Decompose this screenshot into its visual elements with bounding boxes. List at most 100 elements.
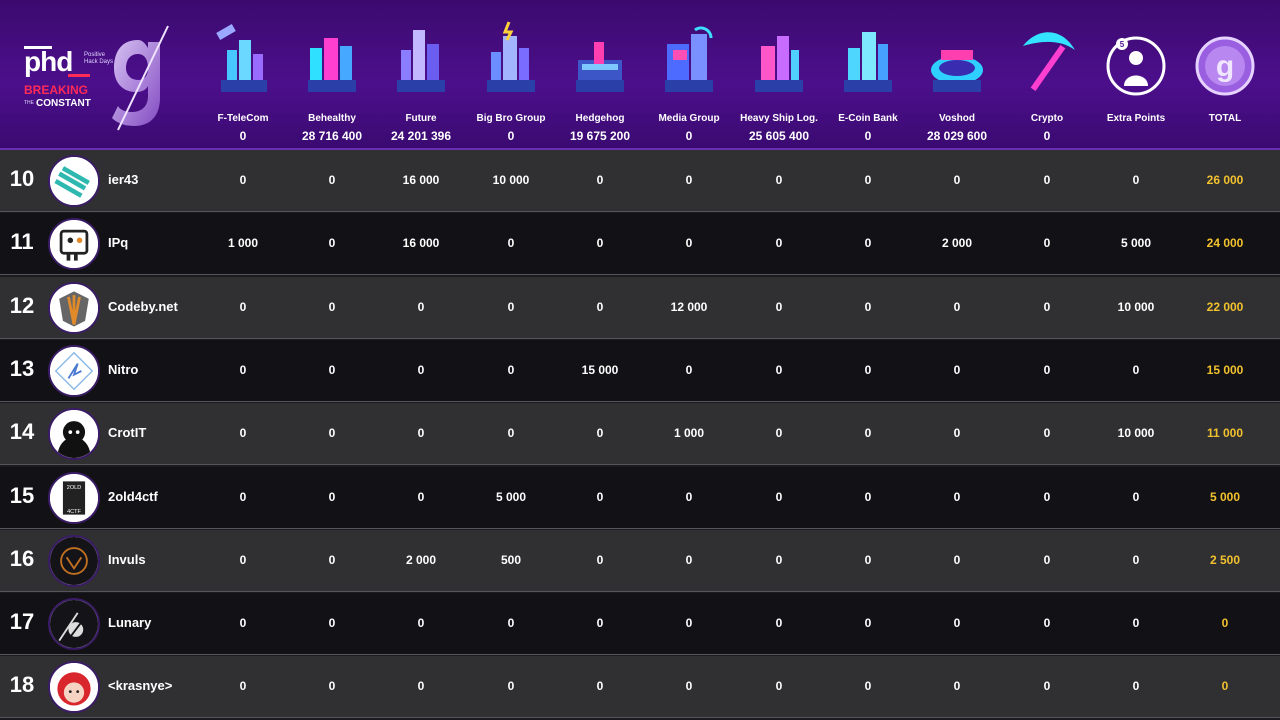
score-cell: 0 <box>507 426 515 441</box>
table-row[interactable]: 14 CrotIT 0 0 0 0 0 1 000 0 0 0 0 10 000 11 000 <box>0 403 1280 466</box>
svg-text:g: g <box>1216 50 1234 83</box>
team-name: Lunary <box>108 615 152 631</box>
table-row[interactable]: 15 2OLD 4CTF 2old4ctf 0 0 0 5 000 0 0 0 0 0 0 0 5 000 <box>0 466 1280 529</box>
svg-text:4CTF: 4CTF <box>67 508 81 514</box>
table-row[interactable]: 18 <krasnye> 0 0 0 0 0 0 0 0 0 0 0 0 <box>0 656 1280 719</box>
score-cell: 0 <box>596 426 604 441</box>
column-value: 28 716 400 <box>301 129 363 143</box>
score-cell: 500 <box>500 552 522 567</box>
score-cell: 0 <box>328 679 336 694</box>
score-cell: 0 <box>864 362 872 377</box>
score-cell: 0 <box>775 552 783 567</box>
logo-g-emblem <box>112 25 169 131</box>
score-cell: 0 <box>1132 616 1140 631</box>
score-cell: 0 <box>953 362 961 377</box>
score-cell: 0 <box>596 679 604 694</box>
score-cell: 1 000 <box>673 426 705 441</box>
score-cell: 0 <box>239 489 247 504</box>
score-cell: 0 <box>775 489 783 504</box>
team-avatar: 2OLD 4CTF <box>48 471 100 524</box>
extra-points-icon: 5 <box>1106 36 1166 96</box>
score-cell: 0 <box>953 299 961 314</box>
column-name: E-Coin Bank <box>838 113 898 124</box>
column-header-10: 5 Extra Points <box>1091 0 1181 150</box>
score-cell: 0 <box>239 299 247 314</box>
bigbro-city-icon <box>487 21 535 92</box>
total-cell: 11 000 <box>1206 426 1244 441</box>
total-cell: 2 500 <box>1209 552 1241 567</box>
score-cell: 0 <box>596 489 604 504</box>
score-cell: 0 <box>685 552 693 567</box>
team-name: 2old4ctf <box>108 488 158 504</box>
total-cell: 24 000 <box>1206 236 1244 251</box>
logo-line1: BREAKING <box>24 83 89 97</box>
team-avatar <box>48 281 100 334</box>
score-cell: 0 <box>953 552 961 567</box>
rank-number: 17 <box>9 609 35 635</box>
score-cell: 0 <box>775 679 783 694</box>
score-cell: 0 <box>239 552 247 567</box>
team-name: <krasnye> <box>108 678 173 694</box>
score-cell: 0 <box>953 616 961 631</box>
team-avatar <box>48 598 100 651</box>
table-row[interactable]: 13 Nitro 0 0 0 0 15 000 0 0 0 0 0 0 15 000 <box>0 339 1280 402</box>
score-cell: 0 <box>239 426 247 441</box>
stadium-city-icon <box>931 50 983 92</box>
table-row[interactable]: 17 Lunary 0 0 0 0 0 0 0 0 0 0 0 0 <box>0 593 1280 656</box>
score-cell: 15 000 <box>581 362 619 377</box>
score-cell: 0 <box>328 552 336 567</box>
column-name: F-TeleCom <box>217 113 269 124</box>
score-cell: 0 <box>685 173 693 187</box>
score-cell: 0 <box>953 489 961 504</box>
score-cell: 0 <box>953 173 961 187</box>
rank-number: 13 <box>9 355 35 381</box>
table-row[interactable]: 10 ier43 0 0 16 000 10 000 0 0 0 0 0 0 0 26 000 <box>0 150 1280 212</box>
table-row[interactable]: 11 IPq 1 000 0 16 000 0 0 0 0 0 2 000 0 5 000 24 000 <box>0 213 1280 276</box>
column-name: Media Group <box>658 113 720 124</box>
score-cell: 0 <box>328 616 336 631</box>
score-cell: 0 <box>417 489 425 504</box>
rank-number: 14 <box>9 419 35 445</box>
score-cell: 0 <box>1043 426 1051 441</box>
logo-brand: phd <box>24 46 73 77</box>
pickaxe-icon <box>1023 32 1075 92</box>
telecom-city-icon <box>216 24 267 92</box>
score-cell: 0 <box>507 679 515 694</box>
score-cell: 0 <box>953 426 961 441</box>
total-cell: 0 <box>1221 616 1229 631</box>
score-cell: 0 <box>1043 679 1051 694</box>
score-cell: 16 000 <box>402 173 440 187</box>
logo-line2: CONSTANT <box>36 98 91 109</box>
score-cell: 0 <box>864 489 872 504</box>
score-cell: 0 <box>864 679 872 694</box>
total-cell: 5 000 <box>1209 489 1241 504</box>
score-cell: 0 <box>685 489 693 504</box>
total-cell: 26 000 <box>1206 173 1244 187</box>
column-header-0: F-TeleCom 0 <box>198 0 288 150</box>
table-row[interactable]: 12 Codeby.net 0 0 0 0 0 12 000 0 0 0 0 10 000 22 000 <box>0 276 1280 339</box>
rank-number: 18 <box>9 672 35 698</box>
score-cell: 0 <box>775 616 783 631</box>
team-name: Invuls <box>108 551 146 567</box>
table-row[interactable]: 16 Invuls 0 0 2 000 500 0 0 0 0 0 0 0 2 500 <box>0 529 1280 592</box>
column-name: Crypto <box>1030 113 1064 124</box>
score-cell: 0 <box>864 236 872 251</box>
score-cell: 0 <box>239 362 247 377</box>
score-cell: 0 <box>417 362 425 377</box>
score-cell: 0 <box>1132 173 1140 187</box>
total-logo-icon: g <box>1195 36 1255 96</box>
team-name: Codeby.net <box>108 298 178 314</box>
score-cell: 0 <box>1043 299 1051 314</box>
rank-number: 16 <box>9 545 35 571</box>
rank-number: 15 <box>9 482 35 508</box>
score-cell: 0 <box>1132 679 1140 694</box>
team-avatar <box>48 155 100 207</box>
column-name: Voshod <box>939 113 975 124</box>
score-cell: 0 <box>685 362 693 377</box>
column-name: Hedgehog <box>575 113 625 124</box>
column-value: 0 <box>1043 129 1051 143</box>
score-cell: 0 <box>864 299 872 314</box>
score-cell: 0 <box>1132 552 1140 567</box>
score-cell: 0 <box>417 616 425 631</box>
score-cell: 0 <box>328 362 336 377</box>
